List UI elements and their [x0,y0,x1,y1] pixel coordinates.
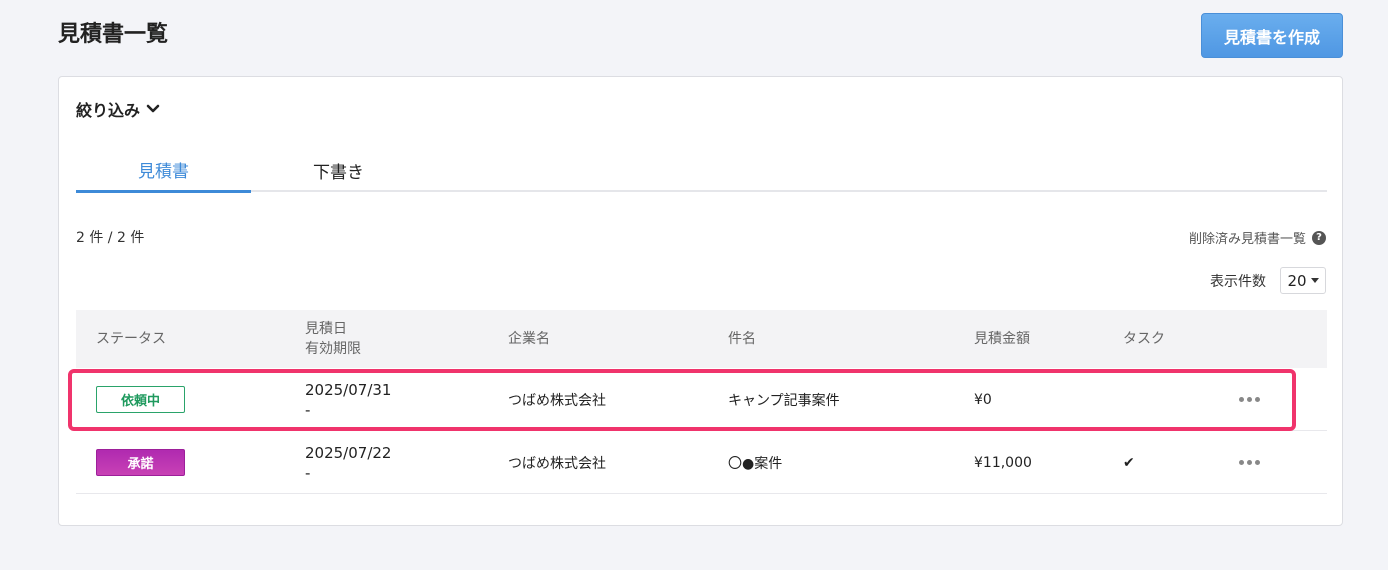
status-badge: 承諾 [96,449,185,476]
deleted-estimates-link[interactable]: 削除済み見積書一覧 ? [1189,228,1326,247]
table-row[interactable]: 承諾 2025/07/22 - つばめ株式会社 〇●案件 ¥11,000 ✔ [76,431,1327,494]
tab-estimates[interactable]: 見積書 [76,149,251,193]
amount: ¥0 [974,391,992,408]
result-count: 2 件 / 2 件 [76,230,145,246]
header-task: タスク [1123,331,1165,347]
per-page-label: 表示件数 [1210,274,1266,290]
company-name: つばめ株式会社 [508,392,606,409]
estimate-date: 2025/07/22 [305,443,392,462]
create-estimate-button[interactable]: 見積書を作成 [1201,13,1343,58]
estimate-date: 2025/07/31 [305,380,392,399]
filter-label: 絞り込み [76,101,141,120]
page-title: 見積書一覧 [58,22,169,47]
more-options-icon[interactable] [1239,397,1260,402]
amount: ¥11,000 [974,454,1032,471]
estimates-table: ステータス 見積日 有効期限 企業名 件名 見積金額 タスク 依頼中 2025/… [76,310,1327,494]
task-check-icon: ✔ [1123,454,1135,471]
subject: 〇●案件 [728,455,783,472]
header-date: 見積日 有効期限 [305,310,361,368]
header-status: ステータス [96,331,166,347]
header-company: 企業名 [508,331,550,347]
header-subject: 件名 [728,331,756,347]
tab-bar: 見積書 下書き [76,149,1327,193]
estimate-list-page: 見積書一覧 見積書を作成 絞り込み 見積書 下書き 2 件 / 2 件 削除済み… [0,0,1388,570]
status-badge: 依頼中 [96,386,185,413]
header-amount: 見積金額 [974,331,1030,347]
tab-drafts[interactable]: 下書き [251,149,426,192]
header-date-label: 見積日 [305,321,347,337]
chevron-down-icon [146,104,160,113]
table-header: ステータス 見積日 有効期限 企業名 件名 見積金額 タスク [76,310,1327,368]
filter-toggle[interactable]: 絞り込み [76,97,160,121]
expiry-date: - [305,463,311,482]
estimate-list-card: 絞り込み 見積書 下書き 2 件 / 2 件 削除済み見積書一覧 ? 表示件数 … [58,76,1343,526]
deleted-estimates-label: 削除済み見積書一覧 [1188,232,1306,247]
per-page-select[interactable]: 20 [1280,267,1326,294]
subject: キャンプ記事案件 [728,392,840,409]
caret-down-icon [1310,278,1319,283]
table-row[interactable]: 依頼中 2025/07/31 - つばめ株式会社 キャンプ記事案件 ¥0 [76,368,1327,431]
header-expiry-label: 有効期限 [305,341,361,357]
more-options-icon[interactable] [1239,460,1260,465]
expiry-date: - [305,400,311,419]
help-icon[interactable]: ? [1312,230,1326,245]
company-name: つばめ株式会社 [508,455,606,472]
per-page-value: 20 [1287,271,1307,290]
